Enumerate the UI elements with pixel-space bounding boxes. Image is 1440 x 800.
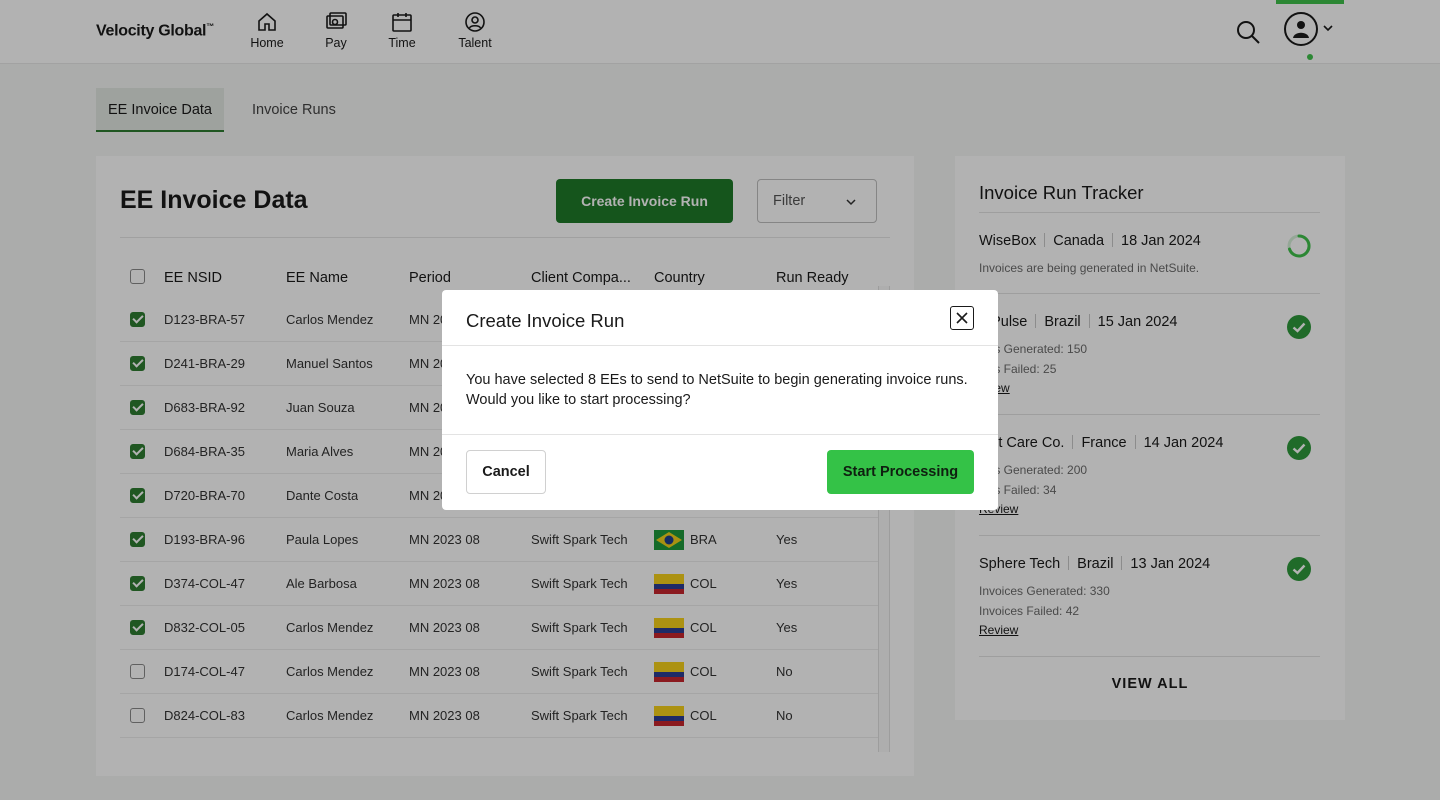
dialog-title: Create Invoice Run — [466, 310, 625, 331]
close-icon[interactable] — [950, 306, 974, 330]
divider — [442, 345, 998, 346]
divider — [442, 434, 998, 435]
create-invoice-run-dialog: Create Invoice Run You have selected 8 E… — [442, 290, 998, 510]
cancel-button[interactable]: Cancel — [466, 450, 546, 494]
dialog-message: You have selected 8 EEs to send to NetSu… — [466, 372, 968, 408]
start-processing-button[interactable]: Start Processing — [827, 450, 974, 494]
